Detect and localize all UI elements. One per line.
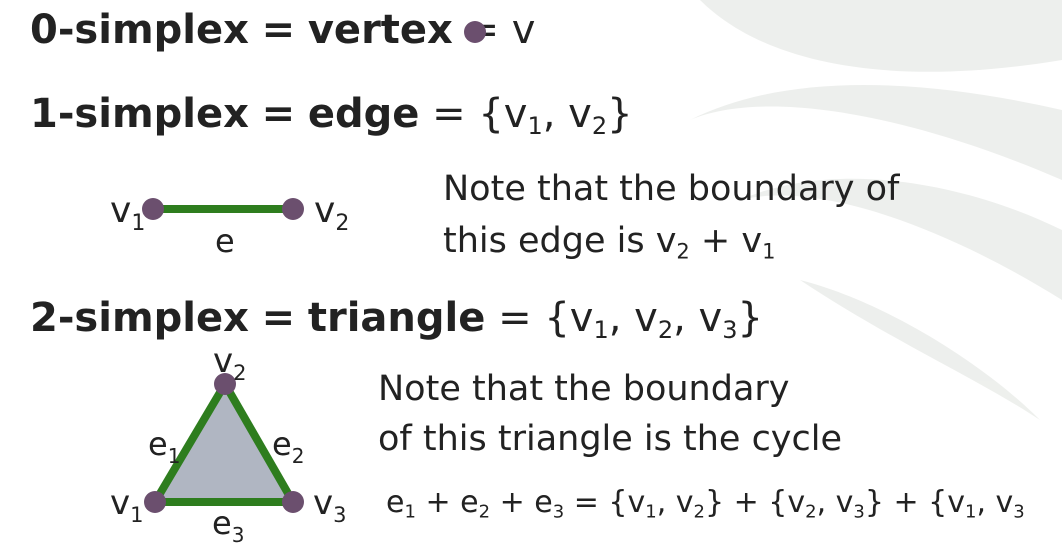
edge-diagram: v1 v2 e (110, 190, 349, 260)
subscript: 3 (552, 501, 565, 523)
value: v (511, 7, 536, 53)
formula-part: e (386, 485, 405, 520)
vertex-v2-dot (282, 198, 304, 220)
vertex-dot-icon (464, 21, 486, 43)
subscript: 1 (593, 316, 609, 345)
equals: = (261, 295, 296, 341)
term: 0-simplex (30, 7, 249, 53)
triangle-diagram: v2 v1 v3 e1 e2 e3 (110, 342, 347, 547)
formula-part: } + {v (864, 485, 965, 520)
subscript: 1 (645, 501, 657, 523)
formula-part: } + {v (704, 485, 806, 520)
subscript: 2 (591, 112, 608, 141)
name: triangle (307, 295, 486, 341)
vertex-definition: 0-simplex = vertex = v (30, 10, 535, 50)
subscript: 2 (478, 501, 491, 523)
set-open: {v (478, 91, 528, 137)
formula-part: + e (490, 485, 553, 520)
set-close: } (737, 295, 763, 341)
equals: = (261, 7, 296, 53)
subscript: 1 (964, 501, 977, 523)
subscript: 2 (805, 501, 817, 523)
subscript: 1 (404, 501, 416, 523)
formula-part: = {v (564, 485, 646, 520)
note-edge-boundary-line1: Note that the boundary of (443, 169, 900, 209)
term: 1-simplex (30, 91, 249, 137)
label-e3: e3 (212, 504, 244, 547)
name: vertex (307, 7, 453, 53)
label-v1: v1 (110, 483, 144, 527)
subscript: 3 (853, 501, 865, 523)
text: this edge is v (443, 221, 677, 261)
label-e2: e2 (272, 425, 304, 468)
label-v1: v1 (110, 190, 145, 236)
formula-part: , v (816, 485, 854, 520)
term: 2-simplex (30, 295, 249, 341)
boundary-formula: e1 + e2 + e3 = {v1, v2} + {v2, v3} + {v1… (386, 488, 1025, 521)
set-mid: , v (542, 91, 592, 137)
formula-part: + e (415, 485, 479, 520)
set-open: {v (544, 295, 594, 341)
name: edge (307, 91, 420, 137)
note-triangle-boundary-line1: Note that the boundary (378, 369, 790, 409)
label-v2: v2 (314, 190, 349, 236)
set-mid: , v (673, 295, 723, 341)
equals: = (261, 91, 296, 137)
formula-part: , v (976, 485, 1014, 520)
label-e: e (215, 222, 235, 260)
set-mid: , v (608, 295, 658, 341)
subscript: 2 (676, 239, 690, 264)
set-close: } (607, 91, 633, 137)
label-e1: e1 (148, 425, 180, 468)
vertex-v1-dot (144, 491, 166, 513)
text: + v (689, 221, 763, 261)
equals: = (498, 295, 532, 341)
note-triangle-boundary-line2: of this triangle is the cycle (378, 419, 843, 459)
subscript: 2 (693, 501, 705, 523)
formula-part: , v (656, 485, 694, 520)
note-edge-boundary-line2: this edge is v2 + v1 (443, 224, 775, 262)
label-v3: v3 (313, 483, 347, 527)
equals: = (432, 91, 466, 137)
triangle-definition: 2-simplex = triangle = {v1, v2, v3} (30, 298, 763, 342)
subscript: 3 (1013, 501, 1025, 523)
subscript: 3 (722, 316, 738, 345)
subscript: 1 (527, 112, 543, 141)
vertex-v3-dot (282, 491, 304, 513)
subscript: 2 (657, 316, 674, 345)
edge-definition: 1-simplex = edge = {v1, v2} (30, 94, 633, 138)
subscript: 1 (762, 239, 776, 264)
label-v2: v2 (213, 342, 247, 385)
